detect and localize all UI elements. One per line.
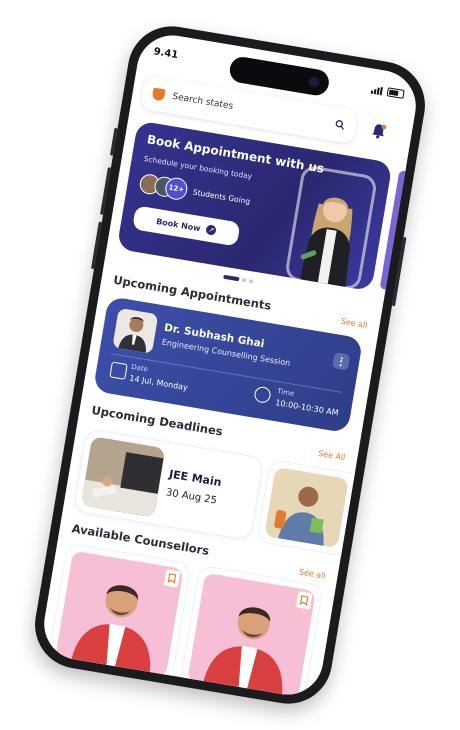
clock-icon <box>253 385 272 404</box>
see-all-deadlines-link[interactable]: See All <box>318 449 347 462</box>
more-icon[interactable] <box>331 352 351 371</box>
battery-icon <box>386 87 405 99</box>
deadline-photo <box>264 466 349 549</box>
book-now-button[interactable]: Book Now ↗ <box>132 205 241 247</box>
deadline-date: 30 Aug 25 <box>165 487 218 507</box>
deadline-title: JEE Main <box>168 467 223 490</box>
search-icon[interactable] <box>331 116 349 134</box>
book-now-label: Book Now <box>155 216 202 233</box>
camera-icon <box>308 76 320 88</box>
bookmark-icon[interactable] <box>162 568 182 589</box>
promo-banner[interactable]: Book Appointment with us Schedule your b… <box>116 120 393 292</box>
time-label: Time <box>276 387 295 398</box>
deadline-card[interactable]: JEE Main 30 Aug 25 <box>72 428 265 541</box>
phone-button <box>100 167 111 215</box>
counsellor-photo <box>112 307 159 354</box>
brand-logo-icon <box>151 87 166 102</box>
date-label: Date <box>130 362 149 374</box>
deadline-title: A <box>349 497 361 513</box>
carousel-dot[interactable] <box>241 277 247 283</box>
carousel-dot[interactable] <box>223 274 240 282</box>
phone-button <box>391 236 407 307</box>
deadline-card[interactable]: A 3 <box>256 458 391 562</box>
deadline-date: 3 <box>346 517 355 530</box>
carousel-indicator[interactable] <box>223 274 254 284</box>
bell-icon[interactable] <box>368 121 389 142</box>
phone-button <box>90 221 102 270</box>
status-icons <box>370 85 405 99</box>
search-input[interactable]: Search states <box>172 92 333 129</box>
phone-frame: 9.41 Search states Book Appointment with… <box>28 19 432 711</box>
deadline-photo <box>80 436 166 518</box>
app-screen: 9.41 Search states Book Appointment with… <box>38 30 422 700</box>
calendar-icon <box>109 361 128 380</box>
students-label: Students Going <box>192 187 251 206</box>
time-value: 10:00-10:30 AM <box>274 398 340 418</box>
phone-button <box>109 127 118 156</box>
bookmark-icon[interactable] <box>294 590 314 611</box>
counsellor-card[interactable] <box>42 542 192 700</box>
see-all-appointments-link[interactable]: See all <box>340 317 368 330</box>
see-all-counsellors-link[interactable]: See all <box>298 567 326 580</box>
counsellor-card[interactable] <box>174 564 324 700</box>
signal-icon <box>370 85 383 95</box>
carousel-dot[interactable] <box>248 279 254 284</box>
arrow-icon: ↗ <box>205 224 218 236</box>
date-value: 14 Jul, Monday <box>128 373 189 393</box>
status-time: 9.41 <box>152 46 179 62</box>
